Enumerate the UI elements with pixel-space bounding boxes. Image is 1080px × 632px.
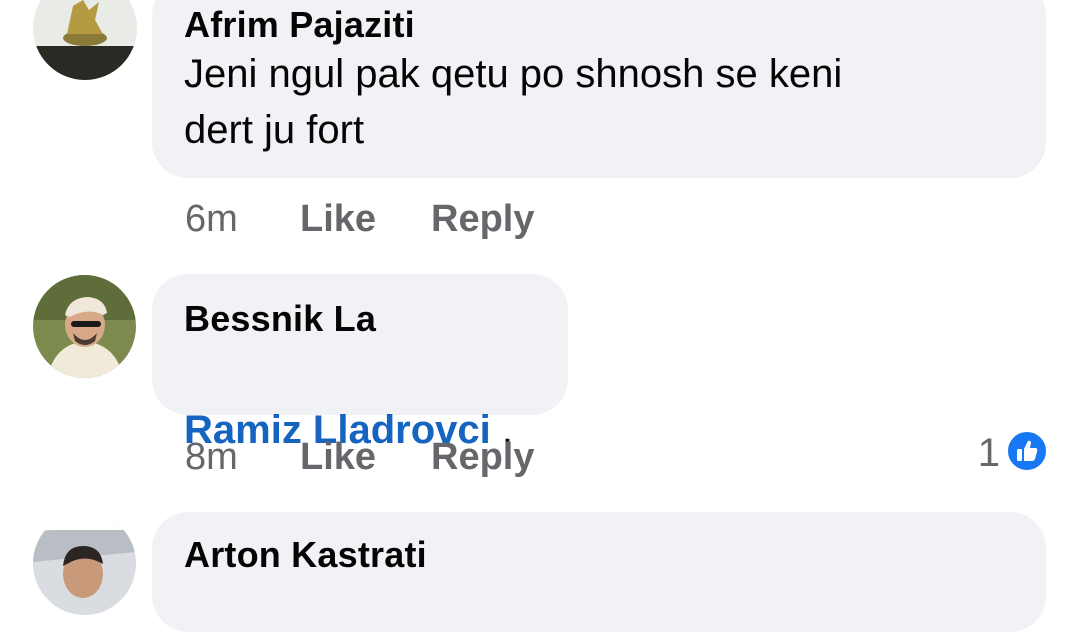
comment-text: Jeni ngul pak qetu po shnosh se keni der…: [184, 52, 843, 152]
comment-timestamp[interactable]: 6m: [185, 198, 238, 241]
like-button[interactable]: Like: [300, 198, 376, 241]
like-thumb-icon: [1006, 430, 1048, 477]
reply-button[interactable]: Reply: [431, 436, 534, 479]
comment-timestamp[interactable]: 8m: [185, 436, 238, 479]
comment-bubble: Afrim Pajaziti Jeni ngul pak qetu po shn…: [152, 0, 1046, 178]
reply-button[interactable]: Reply: [431, 198, 534, 241]
comment-author[interactable]: Bessnik La: [184, 298, 376, 340]
statue-avatar-image: [33, 0, 137, 80]
avatar[interactable]: [33, 275, 136, 378]
like-button[interactable]: Like: [300, 436, 376, 479]
comment-bubble: Bessnik La Ramiz Lladrovci .: [152, 274, 568, 452]
avatar[interactable]: [33, 512, 136, 615]
avatar[interactable]: [33, 0, 137, 80]
reaction-count: 1: [977, 431, 1000, 475]
man-cap-avatar-image: [33, 275, 136, 378]
comment-author[interactable]: Arton Kastrati: [184, 534, 427, 576]
comment-author[interactable]: Afrim Pajaziti: [184, 4, 415, 46]
comment-bubble: Arton Kastrati: [152, 512, 1046, 632]
man-car-avatar-image: [33, 512, 136, 615]
reaction-summary[interactable]: 1: [978, 430, 1048, 477]
